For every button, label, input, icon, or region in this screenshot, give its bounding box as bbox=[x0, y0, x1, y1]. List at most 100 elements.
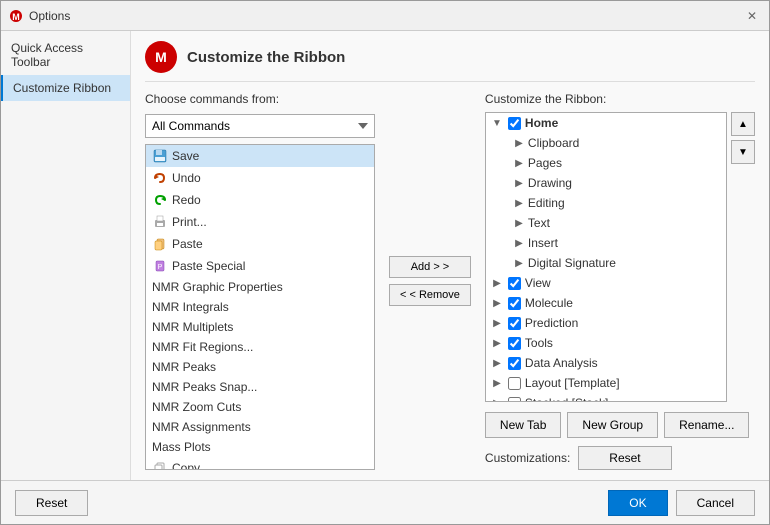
tree-item-text[interactable]: ▶ Text bbox=[486, 213, 726, 233]
cancel-button[interactable]: Cancel bbox=[676, 490, 755, 516]
sidebar-item-quick-access[interactable]: Quick Access Toolbar bbox=[1, 35, 130, 75]
dialog-title: Options bbox=[29, 9, 70, 23]
tree-item-label: Insert bbox=[528, 236, 558, 250]
tree-item-pages[interactable]: ▶ Pages bbox=[486, 153, 726, 173]
tree-item-label: Home bbox=[525, 116, 558, 130]
molecule-checkbox[interactable] bbox=[508, 297, 521, 310]
undo-icon bbox=[152, 170, 168, 186]
list-item-label: Print... bbox=[172, 215, 207, 229]
chevron-icon: ▶ bbox=[490, 318, 504, 329]
svg-text:P: P bbox=[158, 264, 163, 271]
tree-item-layout[interactable]: ▶ Layout [Template] bbox=[486, 373, 726, 393]
customizations-row: Customizations: Reset bbox=[485, 446, 755, 470]
tree-item-digital-sig[interactable]: ▶ Digital Signature bbox=[486, 253, 726, 273]
redo-icon bbox=[152, 192, 168, 208]
chevron-icon: ▶ bbox=[490, 278, 504, 289]
add-button[interactable]: Add > > bbox=[389, 256, 471, 278]
list-item[interactable]: P Paste Special bbox=[146, 255, 374, 277]
tree-item-label: Molecule bbox=[525, 296, 573, 310]
list-item[interactable]: Copy bbox=[146, 457, 374, 470]
new-group-button[interactable]: New Group bbox=[567, 412, 658, 438]
new-tab-button[interactable]: New Tab bbox=[485, 412, 561, 438]
commands-label: Choose commands from: bbox=[145, 92, 375, 106]
ribbon-tree[interactable]: ▼ Home ▶ Clipboard bbox=[485, 112, 727, 402]
list-item-label: NMR Integrals bbox=[152, 300, 229, 314]
dialog-footer: Reset OK Cancel bbox=[1, 480, 769, 524]
list-item[interactable]: NMR Graphic Properties bbox=[146, 277, 374, 297]
chevron-icon: ▶ bbox=[512, 218, 526, 229]
list-item[interactable]: Paste bbox=[146, 233, 374, 255]
ribbon-action-buttons: New Tab New Group Rename... bbox=[485, 412, 755, 438]
main-content: M Customize the Ribbon Choose commands f… bbox=[131, 31, 769, 480]
list-item-label: NMR Zoom Cuts bbox=[152, 400, 241, 414]
tree-item-view[interactable]: ▶ View bbox=[486, 273, 726, 293]
tree-item-home[interactable]: ▼ Home bbox=[486, 113, 726, 133]
chevron-icon: ▶ bbox=[512, 178, 526, 189]
footer-reset-button[interactable]: Reset bbox=[15, 490, 88, 516]
chevron-icon: ▶ bbox=[490, 398, 504, 403]
list-item[interactable]: NMR Zoom Cuts bbox=[146, 397, 374, 417]
chevron-icon: ▶ bbox=[512, 258, 526, 269]
customizations-label: Customizations: bbox=[485, 451, 570, 465]
list-item[interactable]: NMR Assignments bbox=[146, 417, 374, 437]
chevron-icon: ▶ bbox=[512, 138, 526, 149]
commands-dropdown[interactable]: All Commands Popular Commands Commands N… bbox=[145, 114, 375, 138]
tree-item-prediction[interactable]: ▶ Prediction bbox=[486, 313, 726, 333]
list-item-label: NMR Multiplets bbox=[152, 320, 233, 334]
tree-item-drawing[interactable]: ▶ Drawing bbox=[486, 173, 726, 193]
sidebar-item-customize-ribbon[interactable]: Customize Ribbon bbox=[1, 75, 130, 101]
data-analysis-checkbox[interactable] bbox=[508, 357, 521, 370]
tree-item-tools[interactable]: ▶ Tools bbox=[486, 333, 726, 353]
scroll-down-button[interactable]: ▼ bbox=[731, 140, 755, 164]
chevron-icon: ▶ bbox=[512, 198, 526, 209]
commands-list[interactable]: Save Undo bbox=[145, 144, 375, 470]
options-dialog: M Options ✕ Quick Access Toolbar Customi… bbox=[0, 0, 770, 525]
title-bar: M Options ✕ bbox=[1, 1, 769, 31]
tree-item-editing[interactable]: ▶ Editing bbox=[486, 193, 726, 213]
close-button[interactable]: ✕ bbox=[743, 9, 761, 23]
stacked-checkbox[interactable] bbox=[508, 397, 521, 403]
scroll-up-button[interactable]: ▲ bbox=[731, 112, 755, 136]
list-item[interactable]: Undo bbox=[146, 167, 374, 189]
list-item[interactable]: Redo bbox=[146, 189, 374, 211]
tools-checkbox[interactable] bbox=[508, 337, 521, 350]
chevron-icon: ▼ bbox=[490, 118, 504, 129]
brand-icon: M bbox=[145, 41, 177, 73]
chevron-icon: ▶ bbox=[512, 158, 526, 169]
tree-item-molecule[interactable]: ▶ Molecule bbox=[486, 293, 726, 313]
remove-button[interactable]: < < Remove bbox=[389, 284, 471, 306]
list-item-label: NMR Peaks bbox=[152, 360, 216, 374]
list-item[interactable]: Save bbox=[146, 145, 374, 167]
home-checkbox[interactable] bbox=[508, 117, 521, 130]
panels: Choose commands from: All Commands Popul… bbox=[145, 92, 755, 470]
tree-item-stacked[interactable]: ▶ Stacked [Stack] bbox=[486, 393, 726, 402]
tree-item-data-analysis[interactable]: ▶ Data Analysis bbox=[486, 353, 726, 373]
paste-special-icon: P bbox=[152, 258, 168, 274]
tree-item-label: Stacked [Stack] bbox=[525, 396, 608, 402]
tree-item-insert[interactable]: ▶ Insert bbox=[486, 233, 726, 253]
left-panel: Choose commands from: All Commands Popul… bbox=[145, 92, 375, 470]
layout-checkbox[interactable] bbox=[508, 377, 521, 390]
list-item[interactable]: Print... bbox=[146, 211, 374, 233]
svg-text:M: M bbox=[12, 12, 20, 22]
list-item[interactable]: NMR Multiplets bbox=[146, 317, 374, 337]
tree-item-label: Drawing bbox=[528, 176, 572, 190]
tree-item-label: Tools bbox=[525, 336, 553, 350]
ok-button[interactable]: OK bbox=[608, 490, 667, 516]
tree-item-label: Text bbox=[528, 216, 550, 230]
list-item[interactable]: NMR Fit Regions... bbox=[146, 337, 374, 357]
list-item[interactable]: Mass Plots bbox=[146, 437, 374, 457]
prediction-checkbox[interactable] bbox=[508, 317, 521, 330]
tree-item-clipboard[interactable]: ▶ Clipboard bbox=[486, 133, 726, 153]
list-item[interactable]: NMR Peaks Snap... bbox=[146, 377, 374, 397]
main-header: M Customize the Ribbon bbox=[145, 41, 755, 82]
list-item[interactable]: NMR Integrals bbox=[146, 297, 374, 317]
customizations-reset-button[interactable]: Reset bbox=[578, 446, 671, 470]
view-checkbox[interactable] bbox=[508, 277, 521, 290]
list-item[interactable]: NMR Peaks bbox=[146, 357, 374, 377]
rename-button[interactable]: Rename... bbox=[664, 412, 749, 438]
footer-right: OK Cancel bbox=[608, 490, 755, 516]
list-item-label: NMR Assignments bbox=[152, 420, 251, 434]
copy-icon bbox=[152, 460, 168, 470]
chevron-icon: ▶ bbox=[490, 358, 504, 369]
